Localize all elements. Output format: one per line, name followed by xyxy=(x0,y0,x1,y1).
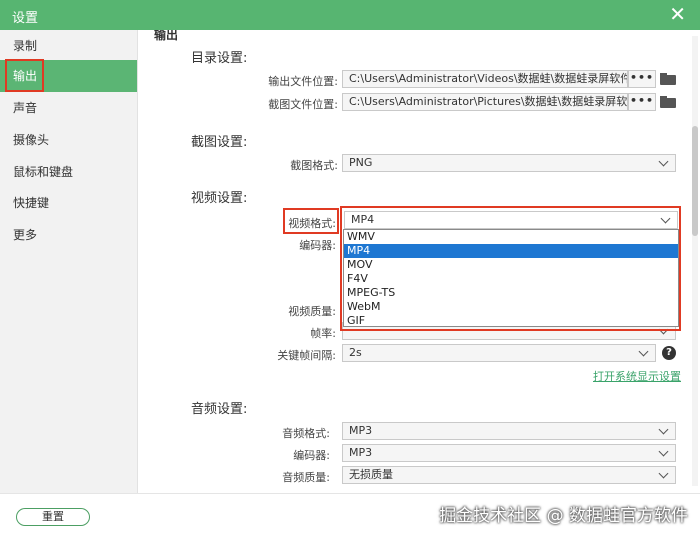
sidebar-item-mouse-keyboard[interactable]: 鼠标和键盘 xyxy=(0,156,137,188)
folder-icon[interactable] xyxy=(660,73,676,85)
screenshot-format-label: 截图格式: xyxy=(290,159,338,172)
output-location-label: 输出文件位置: xyxy=(268,75,338,88)
highlight-box-output xyxy=(5,59,44,92)
sidebar-item-hotkeys[interactable]: 快捷键 xyxy=(0,187,137,219)
audio-quality-select[interactable]: 无损质量 xyxy=(342,466,676,484)
audio-format-select[interactable]: MP3 xyxy=(342,422,676,440)
output-location-field[interactable]: C:\Users\Administrator\Videos\数据蛙\数据蛙录屏软… xyxy=(342,70,628,88)
audio-encoder-select[interactable]: MP3 xyxy=(342,444,676,462)
sidebar-item-more[interactable]: 更多 xyxy=(0,219,137,251)
keyframe-interval-select[interactable]: 2s xyxy=(342,344,656,362)
open-display-settings-link[interactable]: 打开系统显示设置 xyxy=(593,368,681,384)
audio-quality-label: 音频质量: xyxy=(282,471,330,484)
screenshot-location-field[interactable]: C:\Users\Administrator\Pictures\数据蛙\数据蛙录… xyxy=(342,93,628,111)
folder-icon[interactable] xyxy=(660,96,676,108)
highlight-box-video-format-label xyxy=(283,208,339,234)
window-title: 设置 xyxy=(12,11,39,26)
sidebar-item-sound[interactable]: 声音 xyxy=(0,92,137,124)
watermark: 掘金技术社区 @ 数据蛙官方软件 xyxy=(439,506,688,526)
sidebar: 录制 输出 声音 摄像头 鼠标和键盘 快捷键 更多 xyxy=(0,30,138,493)
audio-settings-title: 音频设置: xyxy=(191,402,248,417)
help-icon[interactable]: ? xyxy=(662,346,676,360)
keyframe-interval-label: 关键帧间隔: xyxy=(277,349,336,362)
sidebar-item-record[interactable]: 录制 xyxy=(0,30,137,62)
browse-output-button[interactable]: ••• xyxy=(628,70,656,88)
footer: 重置 掘金技术社区 @ 数据蛙官方软件 xyxy=(0,493,700,541)
section-header-output: 输出 xyxy=(154,30,179,42)
scrollbar-thumb[interactable] xyxy=(692,126,698,236)
title-bar: 设置 ✕ xyxy=(0,0,700,30)
sidebar-item-camera[interactable]: 摄像头 xyxy=(0,124,137,156)
directory-settings-title: 目录设置: xyxy=(191,51,248,66)
framerate-label: 帧率: xyxy=(310,327,336,340)
audio-encoder-label: 编码器: xyxy=(293,449,330,462)
browse-screenshot-button[interactable]: ••• xyxy=(628,93,656,111)
video-quality-label: 视频质量: xyxy=(288,305,336,318)
video-settings-title: 视频设置: xyxy=(191,191,248,206)
reset-button[interactable]: 重置 xyxy=(16,508,90,526)
audio-format-label: 音频格式: xyxy=(282,427,330,440)
video-encoder-label: 编码器: xyxy=(299,239,336,252)
screenshot-location-label: 截图文件位置: xyxy=(268,98,338,111)
close-icon[interactable]: ✕ xyxy=(669,3,686,25)
settings-panel: 输出 目录设置: 输出文件位置: C:\Users\Administrator\… xyxy=(138,30,700,493)
highlight-box-video-format-dropdown xyxy=(340,206,681,331)
scrollbar-track[interactable] xyxy=(692,36,698,486)
screenshot-settings-title: 截图设置: xyxy=(191,135,248,150)
screenshot-format-select[interactable]: PNG xyxy=(342,154,676,172)
